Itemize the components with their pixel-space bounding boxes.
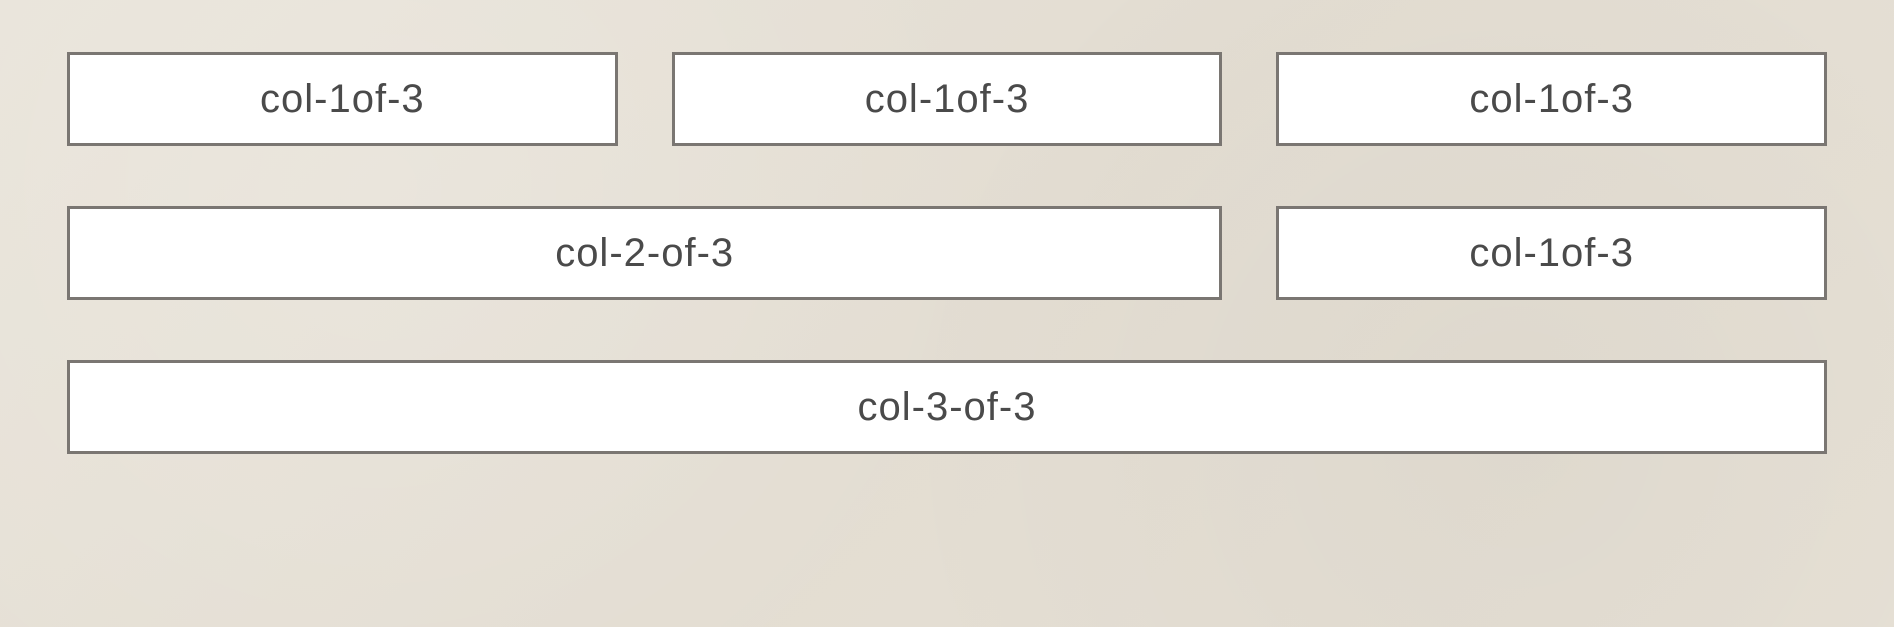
grid-cell-2of3: col-2-of-3 [67, 206, 1222, 300]
cell-label: col-1of-3 [260, 77, 425, 122]
grid-cell-3of3: col-3-of-3 [67, 360, 1827, 454]
grid-cell-1of3: col-1of-3 [1276, 206, 1827, 300]
cell-label: col-1of-3 [1469, 77, 1634, 122]
grid-demo-container: col-1of-3 col-1of-3 col-1of-3 col-2-of-3… [67, 52, 1827, 454]
grid-cell-1of3: col-1of-3 [672, 52, 1223, 146]
grid-row-2: col-2-of-3 col-1of-3 [67, 206, 1827, 300]
cell-label: col-1of-3 [865, 77, 1030, 122]
cell-label: col-2-of-3 [555, 231, 734, 276]
grid-row-1: col-1of-3 col-1of-3 col-1of-3 [67, 52, 1827, 146]
grid-cell-1of3: col-1of-3 [67, 52, 618, 146]
cell-label: col-1of-3 [1469, 231, 1634, 276]
cell-label: col-3-of-3 [858, 385, 1037, 430]
grid-cell-1of3: col-1of-3 [1276, 52, 1827, 146]
grid-row-3: col-3-of-3 [67, 360, 1827, 454]
